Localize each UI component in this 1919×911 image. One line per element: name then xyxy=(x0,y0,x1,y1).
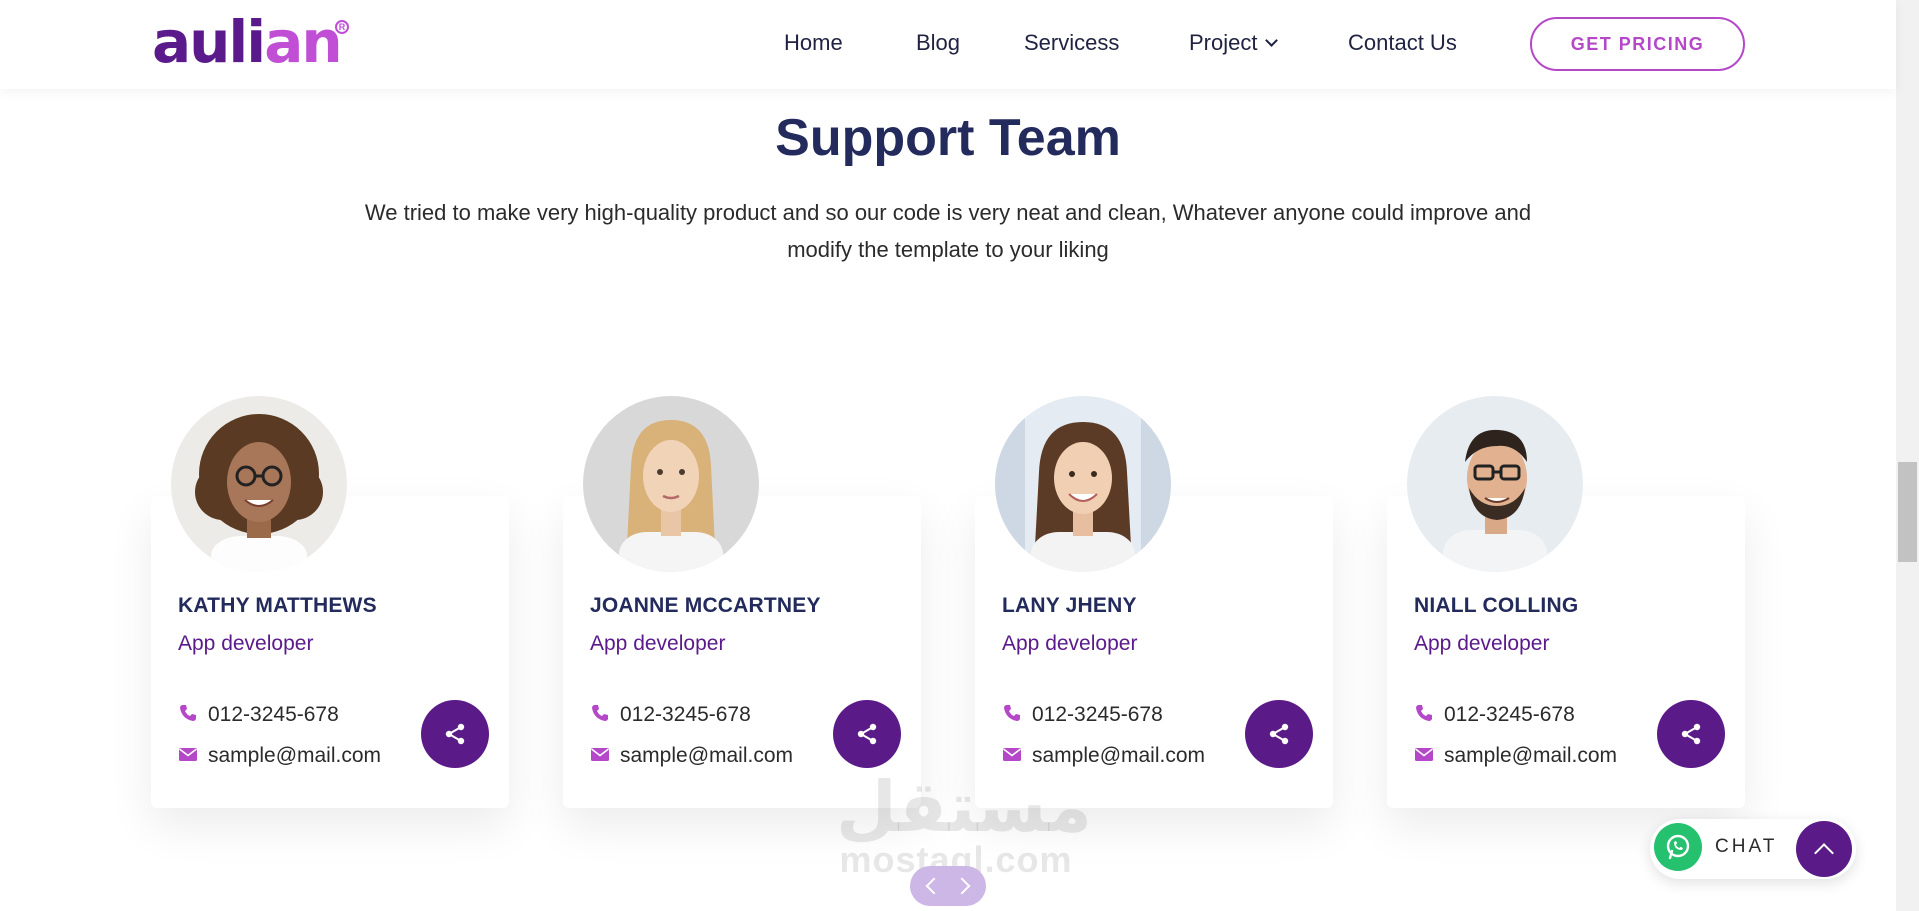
scrollbar-thumb[interactable] xyxy=(1898,462,1917,562)
envelope-icon xyxy=(179,748,197,762)
share-button[interactable] xyxy=(421,700,489,768)
share-icon xyxy=(445,723,465,745)
nav-project-label: Project xyxy=(1189,30,1258,55)
envelope-icon xyxy=(591,748,609,762)
envelope-icon xyxy=(1415,748,1433,762)
phone-icon xyxy=(180,705,196,722)
member-phone[interactable]: 012-3245-678 xyxy=(178,702,339,728)
member-phone-text: 012-3245-678 xyxy=(1032,703,1163,726)
member-phone-text: 012-3245-678 xyxy=(1444,703,1575,726)
section-description: We tried to make very high-quality produ… xyxy=(364,200,1532,262)
member-role: App developer xyxy=(1414,632,1550,655)
chevron-left-icon[interactable] xyxy=(925,877,943,895)
phone-icon xyxy=(1416,705,1432,722)
get-pricing-button[interactable]: GET PRICING xyxy=(1530,17,1745,71)
member-phone[interactable]: 012-3245-678 xyxy=(1002,702,1163,728)
share-icon xyxy=(1681,723,1701,745)
share-button[interactable] xyxy=(833,700,901,768)
member-name: KATHY MATTHEWS xyxy=(178,594,377,617)
nav-home[interactable]: Home xyxy=(784,27,843,59)
member-phone-text: 012-3245-678 xyxy=(620,703,751,726)
nav-project[interactable]: Project xyxy=(1189,27,1279,59)
nav-contact[interactable]: Contact Us xyxy=(1348,27,1457,59)
chevron-up-icon xyxy=(1814,843,1834,863)
avatar-niall xyxy=(1407,396,1583,572)
avatar-lany xyxy=(995,396,1171,572)
section-title: Support Team xyxy=(775,109,1121,167)
chevron-right-icon[interactable] xyxy=(953,877,971,895)
member-email[interactable]: sample@mail.com xyxy=(1002,743,1205,769)
member-email-text: sample@mail.com xyxy=(620,744,794,767)
member-role: App developer xyxy=(1002,632,1138,655)
member-phone[interactable]: 012-3245-678 xyxy=(1414,702,1575,728)
share-icon xyxy=(1269,723,1289,745)
whatsapp-icon[interactable] xyxy=(1654,823,1702,871)
chevron-down-icon xyxy=(1265,34,1279,47)
phone-icon xyxy=(1004,705,1020,722)
brand-logo[interactable]: aulian xyxy=(152,12,343,72)
member-name: NIALL COLLING xyxy=(1414,594,1579,617)
site-header: aulian R Home Blog Servicess Project Con… xyxy=(0,0,1896,89)
share-icon xyxy=(857,723,877,745)
carousel-nav xyxy=(910,866,986,906)
member-email-text: sample@mail.com xyxy=(1032,744,1206,767)
member-email[interactable]: sample@mail.com xyxy=(1414,743,1617,769)
avatar-joanne xyxy=(583,396,759,572)
member-role: App developer xyxy=(590,632,726,655)
registered-mark-icon: R xyxy=(335,20,349,34)
avatar-kathy xyxy=(171,396,347,572)
share-button[interactable] xyxy=(1657,700,1725,768)
nav-blog[interactable]: Blog xyxy=(916,27,960,59)
member-email[interactable]: sample@mail.com xyxy=(590,743,793,769)
chat-label[interactable]: CHAT xyxy=(1715,836,1777,858)
member-phone-text: 012-3245-678 xyxy=(208,703,339,726)
member-phone[interactable]: 012-3245-678 xyxy=(590,702,751,728)
share-button[interactable] xyxy=(1245,700,1313,768)
nav-services[interactable]: Servicess xyxy=(1024,27,1119,59)
member-role: App developer xyxy=(178,632,314,655)
member-email-text: sample@mail.com xyxy=(1444,744,1618,767)
envelope-icon xyxy=(1003,748,1021,762)
back-to-top-button[interactable] xyxy=(1796,821,1852,877)
member-email-text: sample@mail.com xyxy=(208,744,382,767)
scrollbar-track[interactable] xyxy=(1896,0,1919,911)
phone-icon xyxy=(592,705,608,722)
member-name: JOANNE MCCARTNEY xyxy=(590,594,821,617)
member-email[interactable]: sample@mail.com xyxy=(178,743,381,769)
member-name: LANY JHENY xyxy=(1002,594,1137,617)
